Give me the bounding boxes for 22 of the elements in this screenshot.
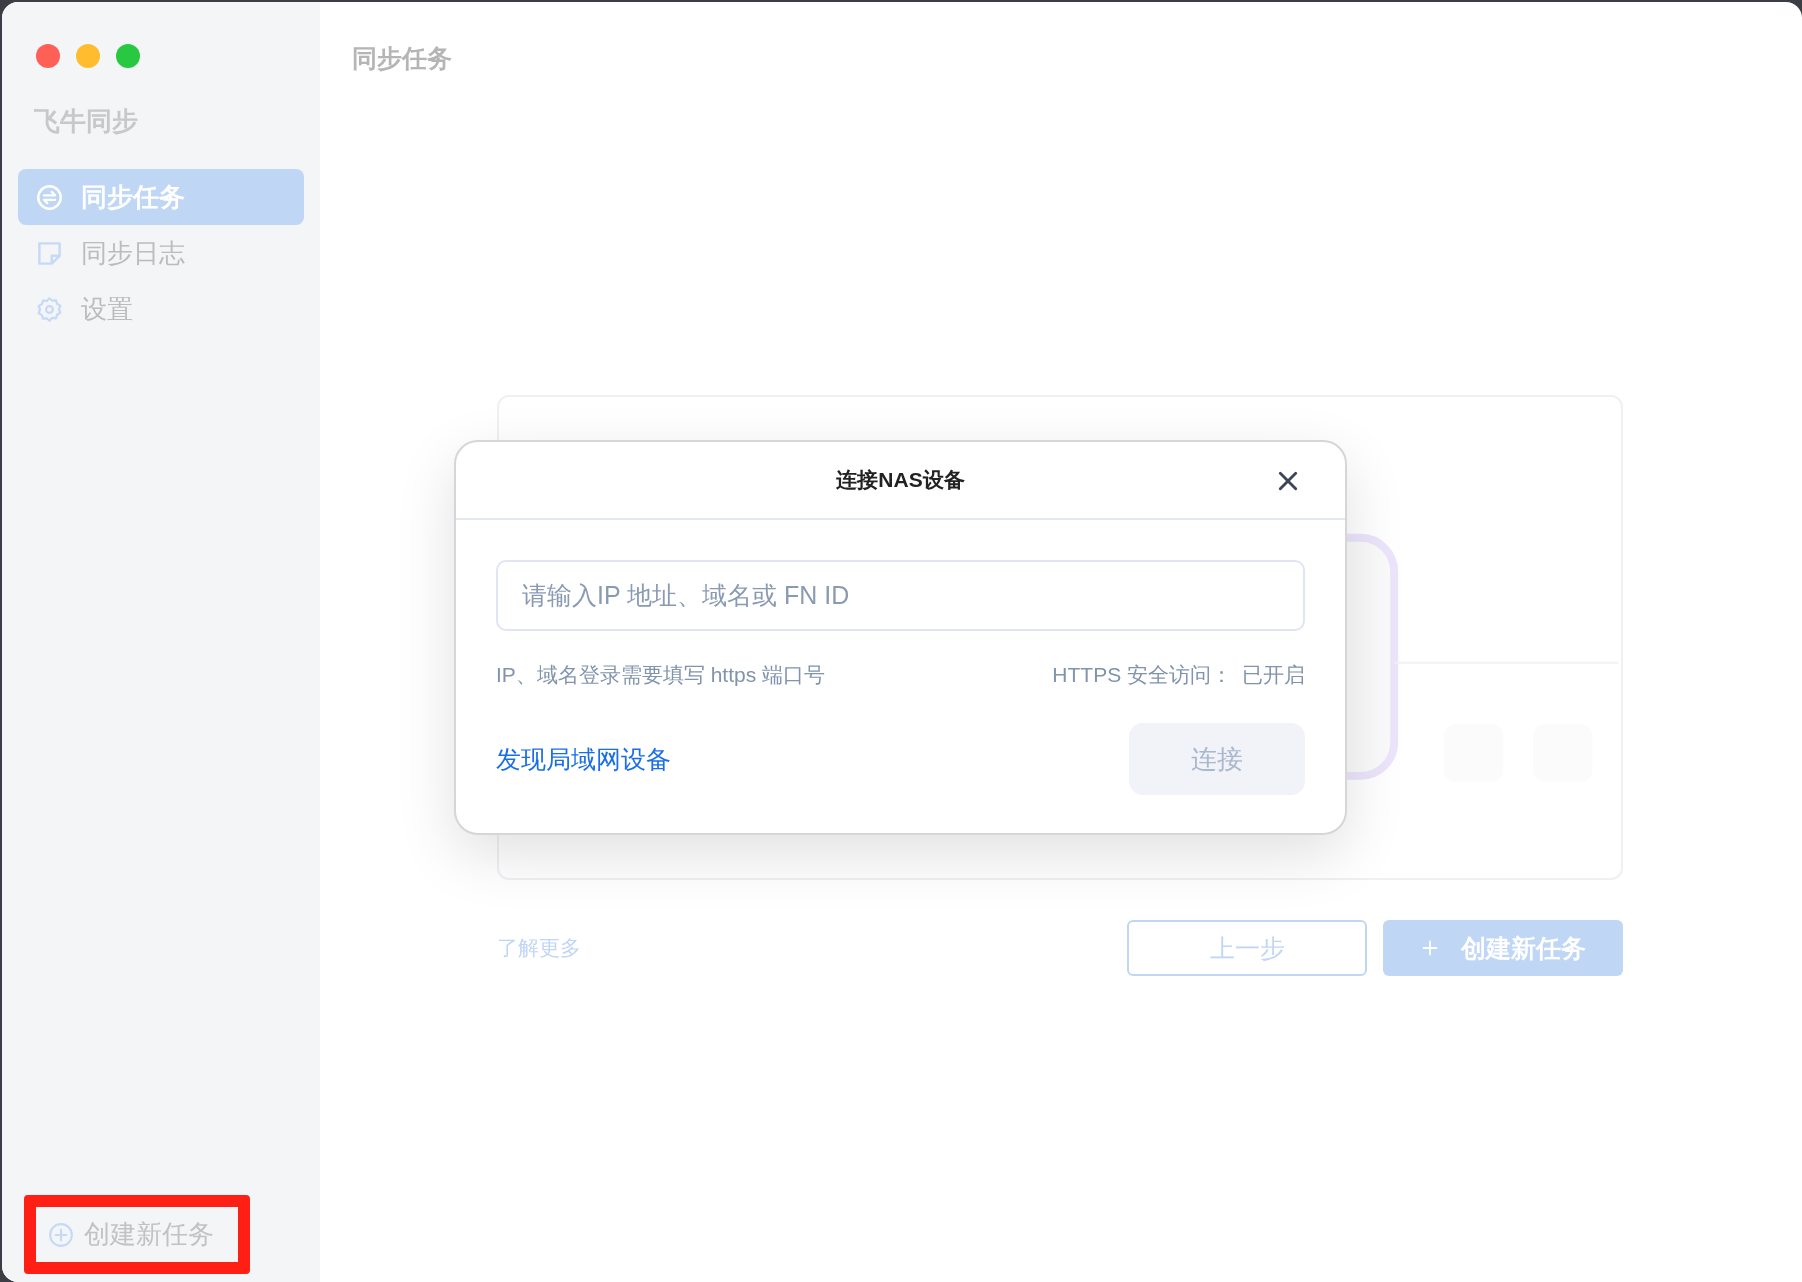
https-label: HTTPS 安全访问： bbox=[1052, 662, 1232, 688]
zoom-window-icon[interactable] bbox=[116, 44, 140, 68]
learn-more-link[interactable]: 了解更多 bbox=[497, 934, 581, 962]
sync-icon bbox=[36, 183, 63, 211]
create-task-button[interactable]: 创建新任务 bbox=[1383, 920, 1623, 976]
back-button[interactable]: 上一步 bbox=[1127, 920, 1367, 976]
page-title: 同步任务 bbox=[352, 43, 453, 74]
https-status: 已开启 bbox=[1242, 662, 1305, 688]
plus-circle-icon bbox=[48, 1221, 74, 1248]
plus-icon bbox=[1420, 939, 1439, 957]
sidebar-item[interactable]: 同步日志 bbox=[18, 225, 304, 281]
address-input-field[interactable]: 请输入IP 地址、域名或 FN ID bbox=[496, 560, 1305, 631]
sidebar-item[interactable]: 设置 bbox=[18, 281, 304, 337]
port-hint: IP、域名登录需要填写 https 端口号 bbox=[496, 662, 827, 688]
close-icon[interactable] bbox=[1277, 470, 1299, 492]
dialog-title: 连接NAS设备 bbox=[836, 467, 965, 493]
sidebar-item[interactable]: 同步任务 bbox=[18, 169, 304, 225]
note-icon bbox=[36, 239, 63, 267]
minimize-window-icon[interactable] bbox=[76, 44, 100, 68]
close-window-icon[interactable] bbox=[36, 44, 60, 68]
discover-lan-link[interactable]: 发现局域网设备 bbox=[496, 742, 671, 776]
settings-icon bbox=[36, 295, 63, 323]
